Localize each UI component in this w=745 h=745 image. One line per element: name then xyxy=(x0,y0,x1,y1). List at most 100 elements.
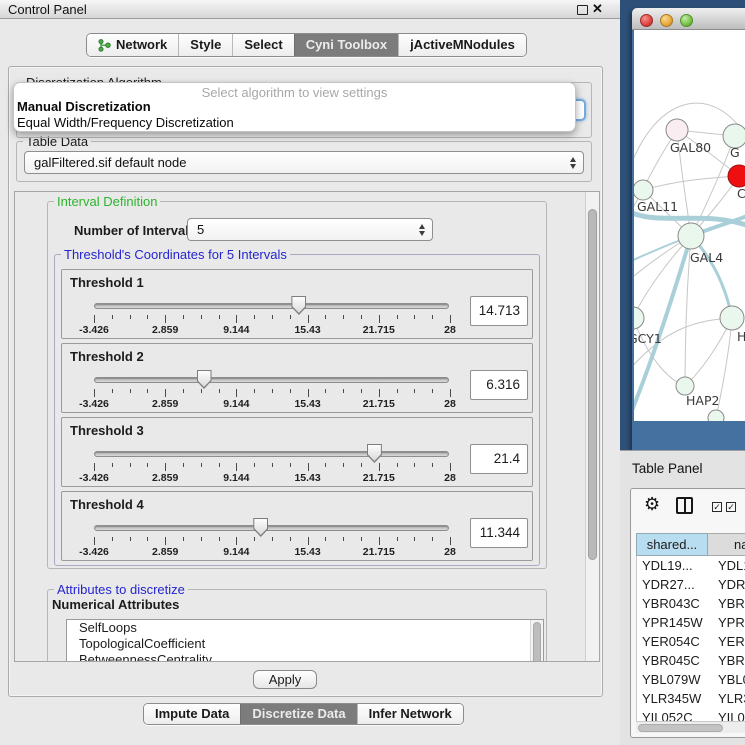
tick-mark xyxy=(165,315,166,323)
attribute-list-item[interactable]: BetweennessCentrality xyxy=(67,652,543,662)
tick-label: 15.43 xyxy=(294,398,320,410)
tick-mark xyxy=(379,389,380,397)
table-cell[interactable]: YBR043C xyxy=(637,594,709,613)
slider-thumb[interactable] xyxy=(367,444,382,463)
table-cell[interactable]: YDR27... xyxy=(637,575,709,594)
table-cell[interactable]: YLR345W xyxy=(637,689,709,708)
panel-scrollbar-thumb[interactable] xyxy=(588,209,597,560)
table-cell[interactable]: YDL1 xyxy=(709,556,745,575)
slider-track[interactable] xyxy=(94,451,449,457)
slider-thumb[interactable] xyxy=(253,518,268,537)
num-intervals-combobox[interactable]: 5 xyxy=(187,218,433,241)
column-header-name[interactable]: na xyxy=(708,533,745,556)
threshold-value-field[interactable]: 11.344 xyxy=(470,518,528,548)
tick-mark xyxy=(379,315,380,323)
network-canvas[interactable]: GAL80 G C GAL11 GAL4 GCY1 H HAP2 xyxy=(634,30,745,421)
tick-mark xyxy=(183,537,184,541)
threshold-value-field[interactable]: 14.713 xyxy=(470,296,528,326)
slider-ticks xyxy=(94,315,450,324)
tick-mark xyxy=(130,537,131,541)
table-hscrollbar-thumb[interactable] xyxy=(638,724,723,732)
table-row[interactable]: YLR345WYLR3 xyxy=(637,689,745,708)
list-scrollbar[interactable] xyxy=(530,620,543,662)
table-cell[interactable]: YER0 xyxy=(709,632,745,651)
tab-select[interactable]: Select xyxy=(232,34,293,56)
close-traffic-light[interactable] xyxy=(640,14,653,27)
zoom-traffic-light[interactable] xyxy=(680,14,693,27)
slider-track[interactable] xyxy=(94,525,449,531)
node-right-mid[interactable] xyxy=(720,306,744,330)
table-cell[interactable]: YBR0 xyxy=(709,651,745,670)
table-row[interactable]: YDL19...YDL1 xyxy=(637,556,745,575)
tab-discretize-data[interactable]: Discretize Data xyxy=(240,704,356,724)
checkbox-icon[interactable]: ✓ xyxy=(712,502,722,512)
tab-network[interactable]: Network xyxy=(87,34,178,56)
split-columns-icon[interactable] xyxy=(676,497,693,514)
tick-mark xyxy=(94,463,95,471)
node-gal4[interactable] xyxy=(678,223,704,249)
table-cell[interactable]: YPR145W xyxy=(637,613,709,632)
node-bottom-partial[interactable] xyxy=(708,410,724,421)
list-scrollbar-thumb[interactable] xyxy=(533,622,541,662)
threshold-sliders: Threshold 1-3.4262.8599.14415.4321.71528… xyxy=(61,269,533,565)
checkbox-icon[interactable]: ✓ xyxy=(726,502,736,512)
algorithm-option-equal-width[interactable]: Equal Width/Frequency Discretization xyxy=(14,115,575,131)
tick-mark xyxy=(254,315,255,319)
table-data-combobox[interactable]: galFiltered.sif default node xyxy=(24,151,584,174)
node-highlighted-red[interactable] xyxy=(728,165,745,187)
tick-mark xyxy=(183,463,184,467)
label-g-partial: G xyxy=(730,145,740,160)
panel-scrollbar[interactable] xyxy=(585,192,599,661)
tab-style[interactable]: Style xyxy=(178,34,232,56)
slider-thumb[interactable] xyxy=(291,296,306,315)
algorithm-option-manual[interactable]: Manual Discretization xyxy=(14,99,575,115)
threshold-panel: Threshold 4-3.4262.8599.14415.4321.71528… xyxy=(61,491,533,561)
application-root: Control Panel ✕ Network Style Select Cyn… xyxy=(0,0,745,745)
table-cell[interactable]: YPR1 xyxy=(709,613,745,632)
minimize-traffic-light[interactable] xyxy=(660,14,673,27)
gear-icon[interactable]: ⚙ xyxy=(644,495,660,513)
slider-thumb[interactable] xyxy=(197,370,212,389)
table-row[interactable]: YBR043CYBR0 xyxy=(637,594,745,613)
node-gcy1[interactable] xyxy=(634,307,644,329)
table-cell[interactable]: YIL0 xyxy=(709,708,745,721)
table-cell[interactable]: YBL0 xyxy=(709,670,745,689)
node-gal80[interactable] xyxy=(666,119,688,141)
table-cell[interactable]: YIL052C xyxy=(637,708,709,721)
slider-track[interactable] xyxy=(94,303,449,309)
tick-mark xyxy=(414,463,415,467)
tab-infer-network[interactable]: Infer Network xyxy=(357,704,463,724)
float-window-icon[interactable] xyxy=(577,5,588,15)
node-gal11[interactable] xyxy=(634,180,653,200)
table-hscrollbar[interactable] xyxy=(636,721,745,733)
table-row[interactable]: YIL052CYIL0 xyxy=(637,708,745,721)
table-cell[interactable]: YBR0 xyxy=(709,594,745,613)
tab-impute-data[interactable]: Impute Data xyxy=(144,704,240,724)
tick-mark xyxy=(272,389,273,393)
table-cell[interactable]: YER054C xyxy=(637,632,709,651)
network-window[interactable]: GAL80 G C GAL11 GAL4 GCY1 H HAP2 xyxy=(632,8,745,450)
table-row[interactable]: YBR045CYBR0 xyxy=(637,651,745,670)
algorithm-dropdown-popup: Select algorithm to view settings Manual… xyxy=(13,82,576,132)
threshold-value-field[interactable]: 21.4 xyxy=(470,444,528,474)
slider-track[interactable] xyxy=(94,377,449,383)
table-row[interactable]: YBL079WYBL0 xyxy=(637,670,745,689)
table-row[interactable]: YPR145WYPR1 xyxy=(637,613,745,632)
attribute-list-item[interactable]: SelfLoops xyxy=(67,620,543,636)
network-nodes[interactable] xyxy=(634,119,745,421)
table-row[interactable]: YDR27...YDR2 xyxy=(637,575,745,594)
threshold-value-field[interactable]: 6.316 xyxy=(470,370,528,400)
column-header-shared-name[interactable]: shared... xyxy=(636,533,708,556)
tab-jactivemnodules[interactable]: jActiveMNodules xyxy=(398,34,526,56)
table-cell[interactable]: YBL079W xyxy=(637,670,709,689)
close-icon[interactable]: ✕ xyxy=(592,1,603,17)
table-row[interactable]: YER054CYER0 xyxy=(637,632,745,651)
attribute-list-item[interactable]: TopologicalCoefficient xyxy=(67,636,543,652)
apply-button[interactable]: Apply xyxy=(253,670,317,689)
tab-cyni-toolbox[interactable]: Cyni Toolbox xyxy=(294,34,398,56)
table-cell[interactable]: YBR045C xyxy=(637,651,709,670)
tick-mark xyxy=(325,537,326,541)
table-cell[interactable]: YLR3 xyxy=(709,689,745,708)
table-cell[interactable]: YDL19... xyxy=(637,556,709,575)
table-cell[interactable]: YDR2 xyxy=(709,575,745,594)
